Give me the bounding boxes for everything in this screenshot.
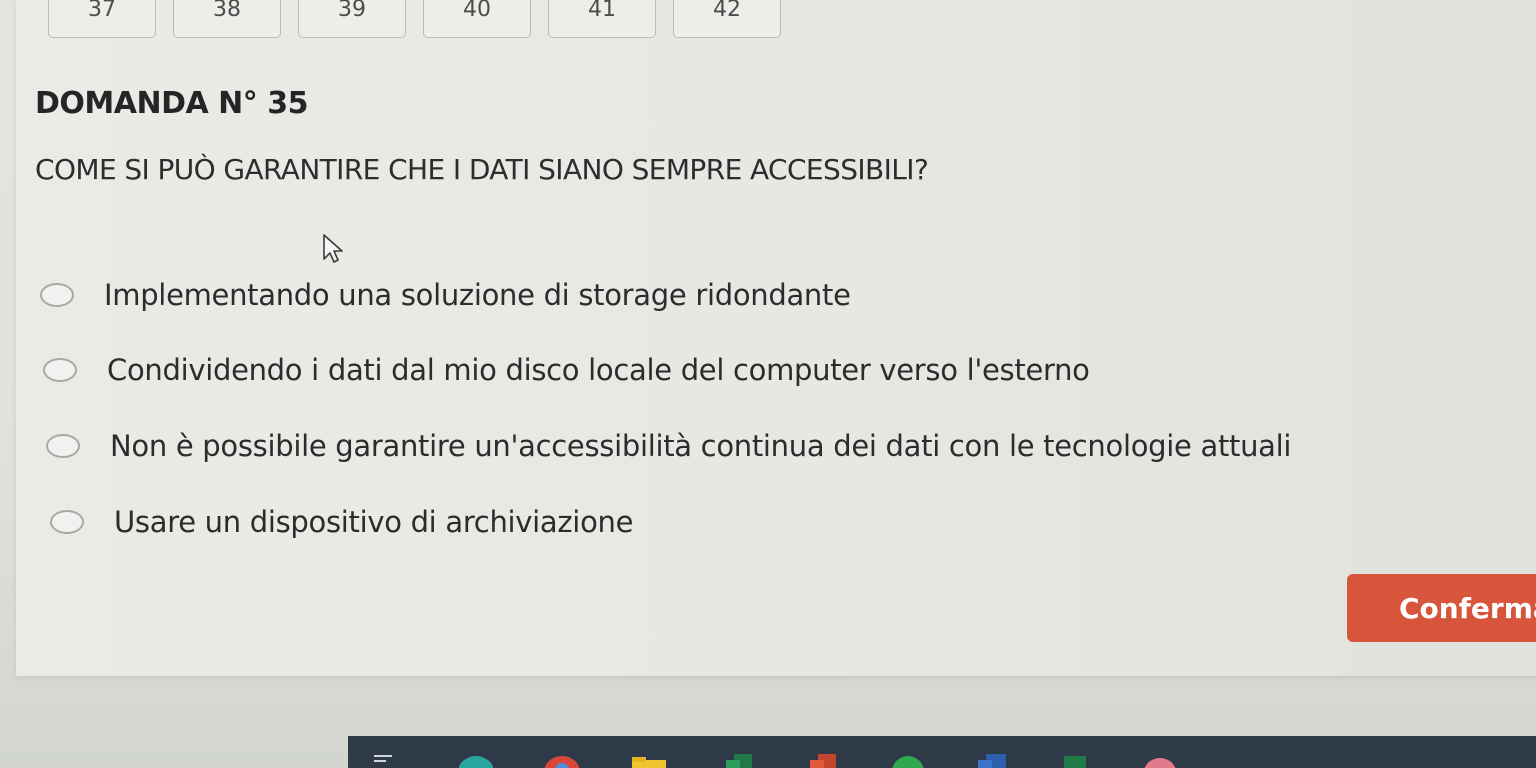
answer-option-3-label: Non è possibile garantire un'accessibili… <box>110 429 1292 463</box>
pc-app-icon[interactable] <box>1060 750 1090 768</box>
question-number: DOMANDA N° 35 <box>35 86 308 121</box>
word-icon[interactable] <box>976 750 1008 768</box>
answer-option-2[interactable]: Condividendo i dati dal mio disco locale… <box>43 353 1090 387</box>
screen: 37 38 39 40 41 42 DOMANDA N° 35 COME SI … <box>0 0 1536 768</box>
task-view-icon[interactable] <box>372 750 394 768</box>
question-text: COME SI PUÒ GARANTIRE CHE I DATI SIANO S… <box>35 153 929 186</box>
edge-icon[interactable] <box>456 750 496 768</box>
answer-option-1-label: Implementando una soluzione di storage r… <box>104 278 851 312</box>
answer-option-1[interactable]: Implementando una soluzione di storage r… <box>40 278 851 312</box>
question-nav-item-38[interactable]: 38 <box>173 0 281 38</box>
question-nav-item-42[interactable]: 42 <box>673 0 781 38</box>
answer-option-4[interactable]: Usare un dispositivo di archiviazione <box>50 505 633 539</box>
radio-button-3[interactable] <box>46 434 80 458</box>
taskbar <box>348 736 1536 768</box>
pink-app-icon[interactable] <box>1140 750 1180 768</box>
question-nav-item-39[interactable]: 39 <box>298 0 406 38</box>
chrome-icon[interactable] <box>542 750 582 768</box>
radio-button-4[interactable] <box>50 510 84 534</box>
question-nav-item-40[interactable]: 40 <box>423 0 531 38</box>
answer-option-3[interactable]: Non è possibile garantire un'accessibili… <box>46 429 1291 463</box>
file-explorer-icon[interactable] <box>630 750 668 768</box>
question-nav-item-37[interactable]: 37 <box>48 0 156 38</box>
excel-icon[interactable] <box>724 750 754 768</box>
powerpoint-icon[interactable] <box>808 750 838 768</box>
green-app-icon[interactable] <box>888 750 928 768</box>
radio-button-1[interactable] <box>40 283 74 307</box>
radio-button-2[interactable] <box>43 358 77 382</box>
answer-option-4-label: Usare un dispositivo di archiviazione <box>114 505 634 539</box>
question-navigation: 37 38 39 40 41 42 <box>48 0 781 38</box>
answer-option-2-label: Condividendo i dati dal mio disco locale… <box>107 353 1090 387</box>
mouse-cursor-icon <box>322 233 346 269</box>
question-nav-item-41[interactable]: 41 <box>548 0 656 38</box>
confirm-button[interactable]: Conferma <box>1347 574 1536 642</box>
